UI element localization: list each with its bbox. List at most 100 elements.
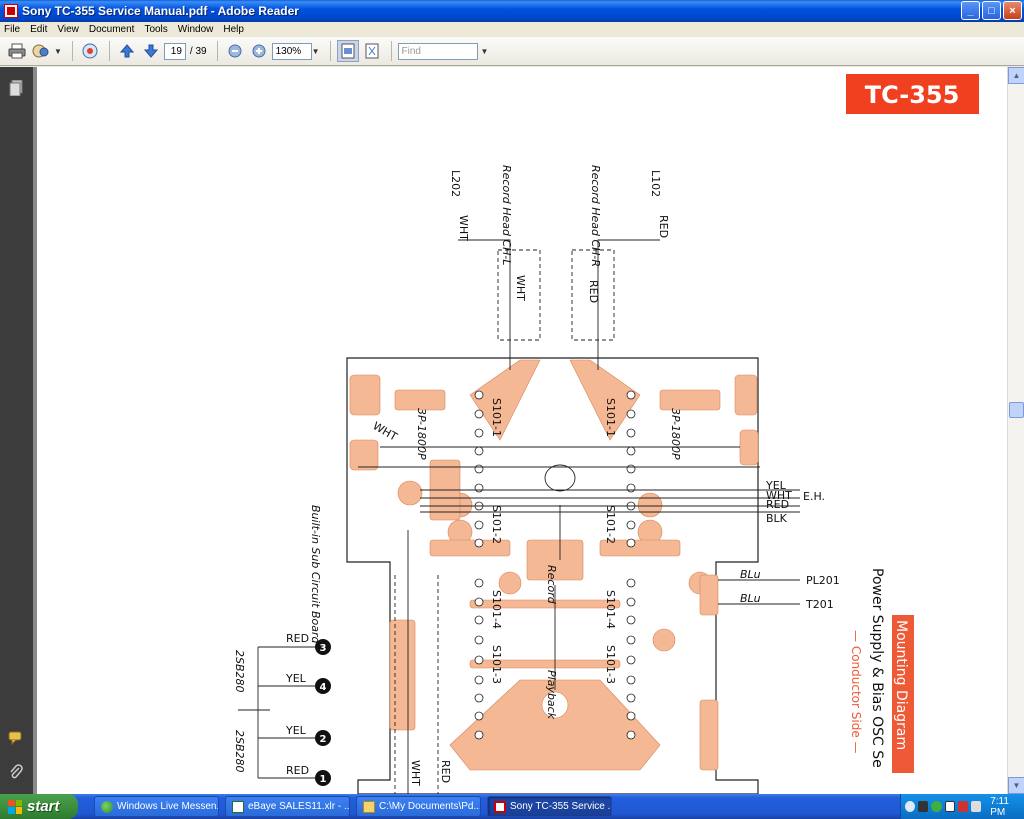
menu-document[interactable]: Document (89, 24, 135, 35)
model-badge-text: TC-355 (865, 81, 960, 109)
diagram-subtitle: Power Supply & Bias OSC Se (869, 568, 885, 768)
terminal-3: 3 (320, 643, 327, 654)
volume-icon[interactable] (971, 801, 982, 812)
folder-icon (363, 800, 375, 813)
label-cap-left: 3P-1800P (415, 408, 428, 460)
label-pl201: PL201 (806, 574, 840, 587)
messenger-tray-icon[interactable] (931, 801, 942, 812)
label-record-head-l: Record Head CH-L (500, 165, 513, 266)
label-switch-4-right: S101-4 (604, 590, 617, 629)
label-playback: Playback (545, 670, 558, 720)
menu-bar: File Edit View Document Tools Window Hel… (0, 22, 1024, 36)
label-switch-1-left: S101-1 (490, 398, 503, 437)
network-icon[interactable] (918, 801, 929, 812)
attachments-icon[interactable] (8, 763, 24, 781)
zoom-in-icon[interactable] (248, 40, 270, 62)
taskbar-item-spreadsheet[interactable]: eBaye SALES11.xlr - ... (225, 796, 350, 817)
label-red-term: RED (286, 632, 309, 645)
antivirus-icon[interactable] (944, 801, 955, 812)
label-red-cable: RED (587, 280, 600, 303)
share-icon[interactable] (79, 40, 101, 62)
label-l202: L202 (449, 170, 462, 197)
toolbar-divider (390, 41, 392, 61)
toolbar: ▼ 19 / 39 130% ▼ Find ▼ (0, 37, 1024, 66)
clock: 7:11 PM (990, 795, 1009, 818)
menu-tools[interactable]: Tools (144, 24, 167, 35)
taskbar-item-folder[interactable]: C:\My Documents\Pd... (356, 796, 481, 817)
navigation-pane (0, 67, 33, 794)
label-switch-2-right: S101-2 (604, 505, 617, 544)
menu-view[interactable]: View (57, 24, 79, 35)
label-red-right: RED (766, 498, 789, 511)
minimize-button[interactable]: _ (961, 1, 980, 20)
collaborate-icon[interactable] (30, 40, 52, 62)
label-blk: BLK (766, 512, 788, 525)
taskbar-item-label: C:\My Documents\Pd... (379, 801, 481, 812)
system-tray: 7:11 PM (900, 794, 1024, 819)
pages-icon[interactable] (8, 79, 24, 97)
menu-edit[interactable]: Edit (30, 24, 47, 35)
label-yel-term: YEL (285, 672, 307, 685)
label-red-term-2: RED (286, 764, 309, 777)
fit-width-icon[interactable] (336, 40, 359, 62)
label-eh: E.H. (803, 490, 825, 503)
zoom-level-input[interactable]: 130% (271, 42, 312, 60)
label-l102: L102 (649, 170, 662, 197)
back-icon[interactable] (905, 801, 916, 812)
toolbar-divider (216, 41, 218, 61)
windows-logo-icon (8, 799, 22, 814)
pdf-icon (494, 800, 506, 813)
label-transistor-2: 2SB280 (233, 730, 246, 773)
zoom-out-icon[interactable] (224, 40, 246, 62)
label-wht-top: WHT (457, 215, 470, 241)
adobe-reader-icon (4, 4, 18, 18)
start-button[interactable]: start (0, 794, 78, 819)
label-red-bottom: RED (439, 760, 452, 783)
print-icon[interactable] (6, 40, 28, 62)
label-switch-4-left: S101-4 (490, 590, 503, 629)
zoom-dropdown-icon[interactable]: ▼ (312, 47, 320, 56)
taskbar-item-pdf[interactable]: Sony TC-355 Service ... (487, 796, 612, 817)
shield-icon[interactable] (957, 801, 969, 812)
toolbar-divider (329, 41, 331, 61)
label-t201: T201 (805, 598, 834, 611)
page-total-label: / 39 (189, 45, 207, 57)
menu-file[interactable]: File (4, 24, 20, 35)
toolbar-divider (71, 41, 73, 61)
maximize-button[interactable]: □ (982, 1, 1001, 20)
scrollbar-thumb[interactable] (1009, 402, 1024, 418)
terminal-1: 1 (320, 774, 327, 785)
scroll-down-icon[interactable]: ▼ (1008, 777, 1024, 794)
comments-icon[interactable] (8, 729, 24, 747)
toolbar-divider (108, 41, 110, 61)
taskbar-item-label: eBaye SALES11.xlr - ... (248, 801, 350, 812)
taskbar-item-messenger[interactable]: Windows Live Messen... (94, 796, 219, 817)
diagram-title: Mounting Diagram (893, 620, 909, 750)
label-switch-3-left: S101-3 (490, 645, 503, 684)
close-button[interactable]: × (1003, 1, 1022, 20)
menu-window[interactable]: Window (178, 24, 214, 35)
previous-page-icon[interactable] (116, 40, 138, 62)
find-dropdown-icon[interactable]: ▼ (481, 47, 489, 56)
find-input[interactable]: Find (397, 42, 478, 60)
next-page-icon[interactable] (140, 40, 162, 62)
label-built-in-board: Built-in Sub Circuit Board (309, 505, 322, 645)
label-record-head-r: Record Head CH-R (589, 165, 602, 267)
start-label: start (27, 798, 60, 815)
document-view[interactable]: TC-355 3 4 2 1 L202 L102 Record Head CH-… (33, 67, 1007, 794)
label-wht-cable: WHT (514, 275, 527, 301)
label-switch-3-right: S101-3 (604, 645, 617, 684)
label-transistor-1: 2SB280 (233, 650, 246, 693)
label-blu-2: BLu (740, 592, 761, 605)
page-number-input[interactable]: 19 (163, 42, 186, 60)
window-title-bar[interactable]: Sony TC-355 Service Manual.pdf - Adobe R… (0, 0, 1024, 22)
terminal-markers (315, 639, 331, 786)
menu-help[interactable]: Help (223, 24, 244, 35)
fit-page-icon[interactable] (361, 40, 383, 62)
label-switch-1-right: S101-1 (604, 398, 617, 437)
taskbar-item-label: Sony TC-355 Service ... (510, 801, 612, 812)
scroll-up-icon[interactable]: ▲ (1008, 67, 1024, 84)
schematic-page: TC-355 3 4 2 1 L202 L102 Record Head CH-… (233, 74, 979, 794)
chevron-down-icon[interactable]: ▼ (54, 47, 62, 56)
vertical-scrollbar[interactable]: ▲ ▼ (1007, 67, 1024, 794)
